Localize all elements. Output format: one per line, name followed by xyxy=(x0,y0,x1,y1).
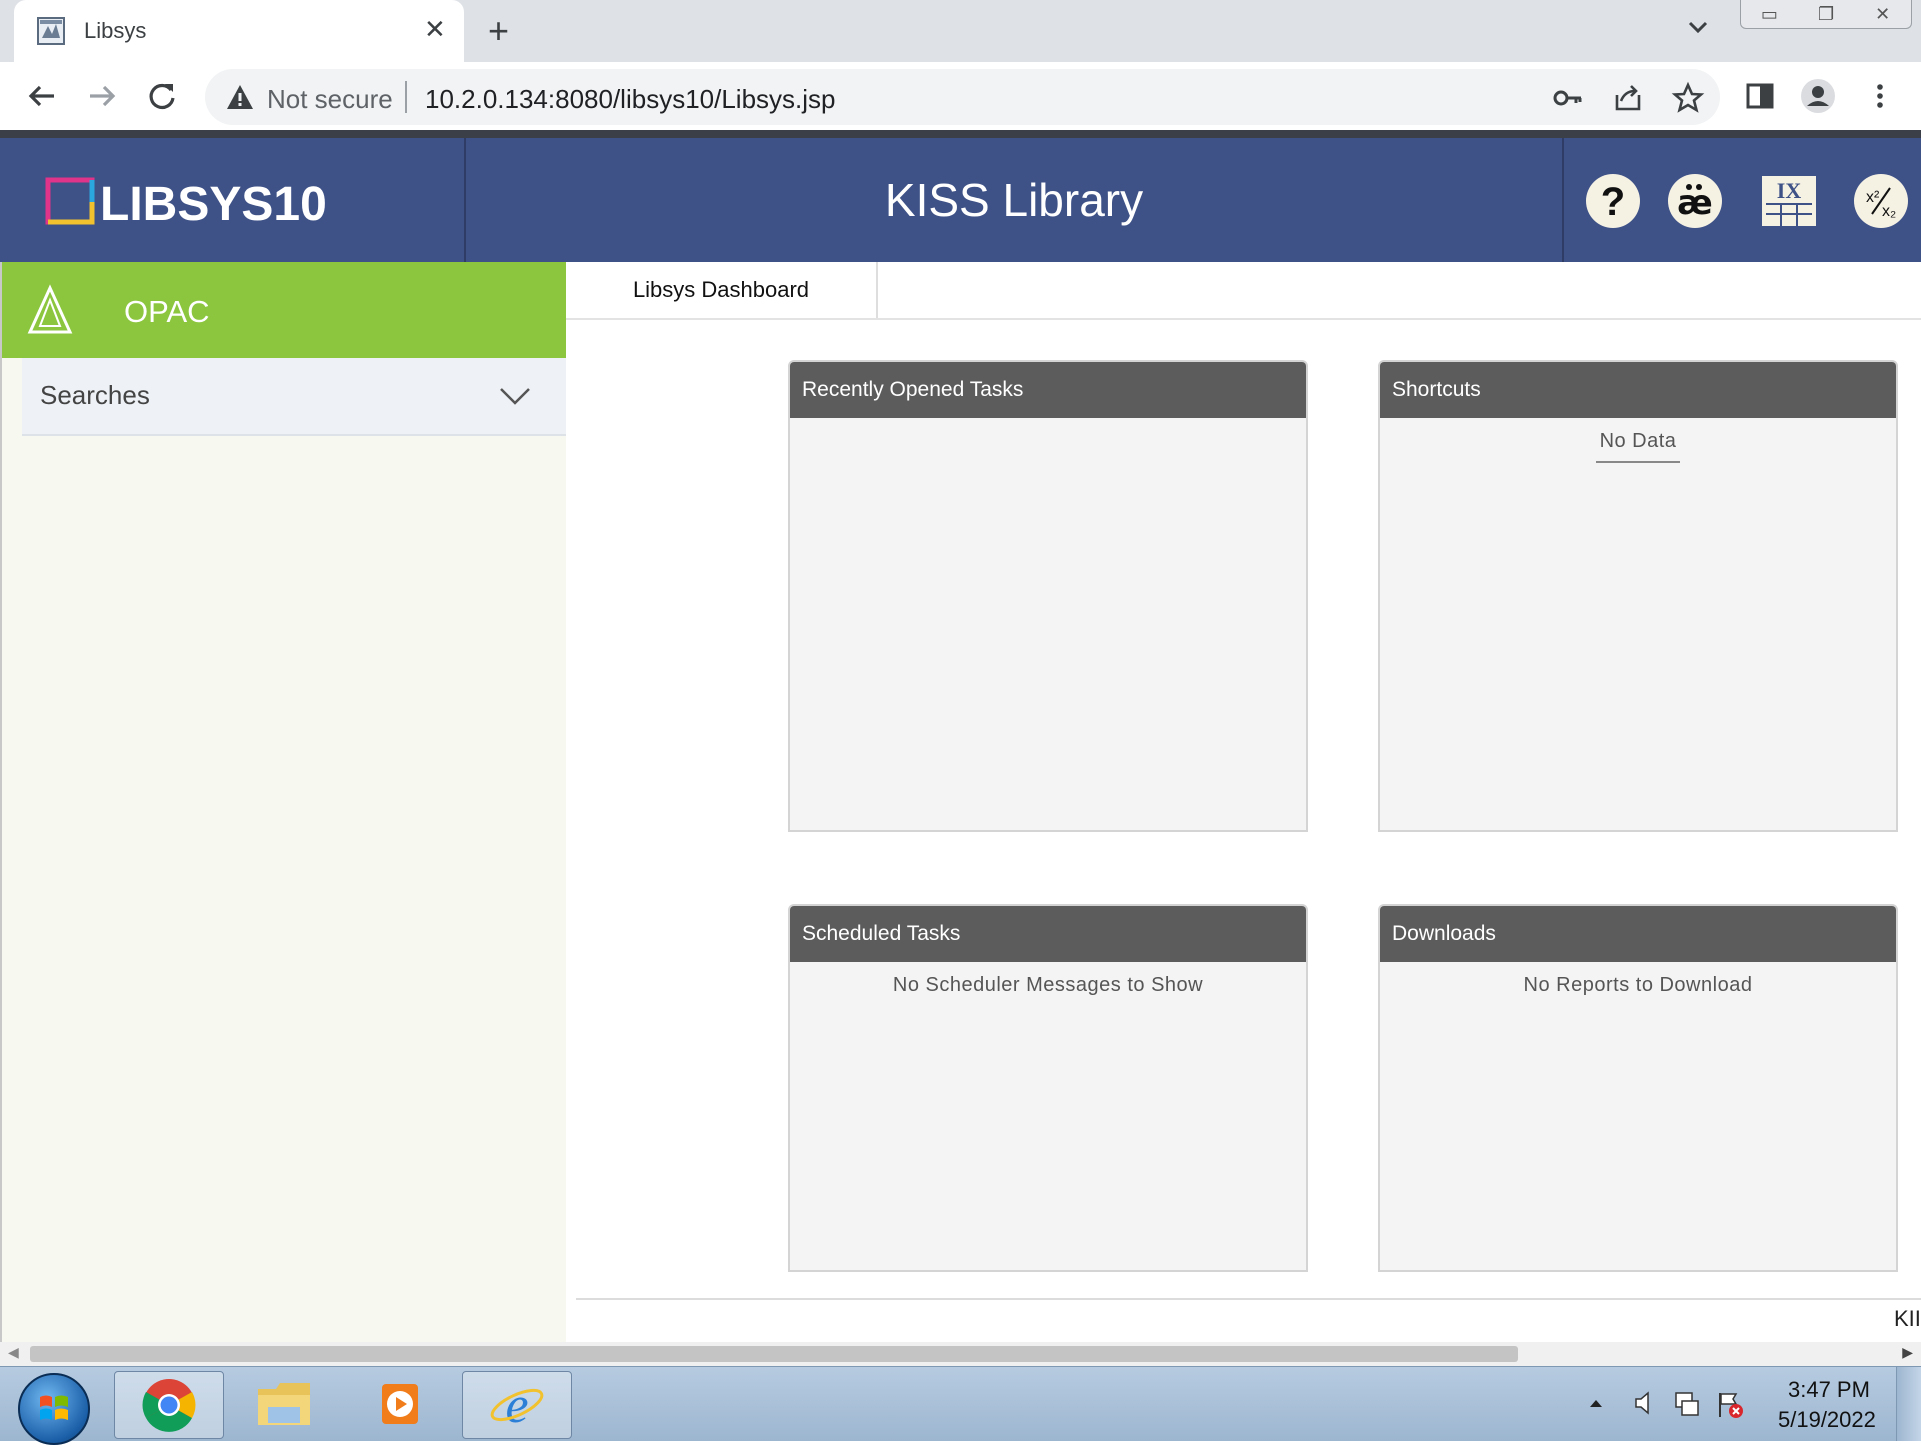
address-separator xyxy=(405,81,407,113)
scroll-left-icon[interactable]: ◀ xyxy=(8,1344,19,1361)
help-icon[interactable]: ? xyxy=(1584,172,1642,230)
horizontal-scrollbar[interactable]: ◀ ▶ xyxy=(0,1342,1921,1366)
browser-tab[interactable]: Libsys ✕ xyxy=(14,0,464,62)
library-title: KISS Library xyxy=(884,174,1144,226)
bookmark-star-icon[interactable] xyxy=(1671,81,1705,115)
taskbar-file-explorer[interactable] xyxy=(230,1371,338,1437)
volume-icon[interactable] xyxy=(1632,1389,1654,1417)
opac-label: OPAC xyxy=(124,294,210,329)
network-icon[interactable] xyxy=(1672,1389,1702,1419)
svg-text:æ: æ xyxy=(1677,183,1713,223)
sidebar-item-label: Searches xyxy=(40,380,150,410)
minimize-icon[interactable]: ▭ xyxy=(1741,0,1798,28)
tab-libsys-dashboard[interactable]: Libsys Dashboard xyxy=(566,262,878,318)
internet-explorer-icon: e xyxy=(490,1377,544,1434)
shortcuts-panel: Shortcuts No Data xyxy=(1378,360,1898,832)
svg-text:e: e xyxy=(505,1377,528,1434)
panel-title: Downloads xyxy=(1380,906,1896,962)
downloads-empty-message: No Reports to Download xyxy=(1523,974,1753,996)
header-separator xyxy=(1562,138,1564,262)
main-content: Libsys Dashboard Recently Opened Tasks S… xyxy=(566,262,1921,1342)
windows-logo-icon xyxy=(40,1395,68,1420)
reload-icon[interactable] xyxy=(144,78,180,114)
opac-icon xyxy=(27,284,73,334)
scheduled-tasks-panel: Scheduled Tasks No Scheduler Messages to… xyxy=(788,904,1308,1272)
tab-search-chevron-icon[interactable] xyxy=(1685,14,1711,40)
recently-opened-tasks-panel: Recently Opened Tasks xyxy=(788,360,1308,832)
sidebar-item-searches[interactable]: Searches xyxy=(22,358,566,436)
footer-text: KII xyxy=(1894,1306,1921,1331)
logo-area: LIBSYS10 xyxy=(0,138,466,262)
svg-text:IX: IX xyxy=(1777,178,1802,203)
special-characters-icon[interactable]: æ xyxy=(1666,172,1724,230)
restore-icon[interactable]: ❐ xyxy=(1798,0,1855,28)
profile-avatar-icon[interactable] xyxy=(1800,78,1836,114)
scheduler-empty-message: No Scheduler Messages to Show xyxy=(892,974,1204,996)
sidebar: OPAC Searches xyxy=(0,262,568,1342)
scroll-right-icon[interactable]: ▶ xyxy=(1902,1344,1913,1361)
share-icon[interactable] xyxy=(1611,81,1645,115)
tab-title: Libsys xyxy=(84,18,147,43)
taskbar-chrome[interactable] xyxy=(114,1371,224,1439)
show-hidden-icons-icon[interactable] xyxy=(1588,1397,1604,1409)
clock-time[interactable]: 3:47 PM xyxy=(1788,1377,1870,1403)
opac-module-header[interactable]: OPAC xyxy=(2,262,566,358)
panel-title: Scheduled Tasks xyxy=(790,906,1306,962)
roman-numerals-icon[interactable]: IX xyxy=(1760,172,1818,230)
taskbar-media-player[interactable] xyxy=(346,1371,454,1437)
libsys-favicon-icon xyxy=(37,17,65,45)
media-player-icon xyxy=(382,1384,418,1424)
window-controls: ▭ ❐ ✕ xyxy=(1740,0,1912,29)
panel-title: Shortcuts xyxy=(1380,362,1896,418)
start-button[interactable] xyxy=(18,1373,90,1445)
show-desktop-button[interactable] xyxy=(1896,1367,1921,1441)
scrollbar-thumb[interactable] xyxy=(30,1346,1518,1362)
new-tab-icon[interactable]: + xyxy=(488,10,509,52)
app-header: LIBSYS10 KISS Library ? æ IX x² x₂ xyxy=(0,138,1921,262)
svg-text:x²: x² xyxy=(1866,189,1880,206)
close-window-icon[interactable]: ✕ xyxy=(1854,0,1911,28)
superscript-subscript-icon[interactable]: x² x₂ xyxy=(1852,172,1910,230)
tab-close-icon[interactable]: ✕ xyxy=(424,14,446,45)
password-key-icon[interactable] xyxy=(1551,81,1585,115)
warning-icon[interactable] xyxy=(225,83,255,111)
browser-menu-icon[interactable] xyxy=(1862,78,1898,114)
action-center-flag-icon[interactable] xyxy=(1714,1389,1744,1419)
svg-text:LIBSYS10: LIBSYS10 xyxy=(100,178,327,231)
clock-date[interactable]: 5/19/2022 xyxy=(1778,1407,1876,1433)
content-tab-strip: Libsys Dashboard xyxy=(566,262,1921,320)
panel-title: Recently Opened Tasks xyxy=(790,362,1306,418)
chrome-icon xyxy=(142,1379,196,1432)
divider xyxy=(1596,461,1680,463)
shortcuts-empty-message: No Data xyxy=(1599,430,1677,452)
toolbar-divider xyxy=(0,130,1921,138)
svg-text:?: ? xyxy=(1601,180,1625,224)
windows-taskbar: e 3:47 PM 5/19/2022 xyxy=(0,1366,1921,1445)
svg-text:x₂: x₂ xyxy=(1882,203,1896,220)
browser-tab-strip: Libsys ✕ + ▭ ❐ ✕ xyxy=(0,0,1921,62)
forward-icon[interactable] xyxy=(84,78,120,114)
libsys10-logo[interactable]: LIBSYS10 xyxy=(44,168,344,232)
security-label[interactable]: Not secure xyxy=(267,84,393,115)
downloads-panel: Downloads No Reports to Download xyxy=(1378,904,1898,1272)
chevron-down-icon[interactable] xyxy=(498,384,532,408)
side-panel-icon[interactable] xyxy=(1742,78,1778,114)
footer-divider xyxy=(576,1298,1921,1300)
browser-toolbar: Not secure 10.2.0.134:8080/libsys10/Libs… xyxy=(0,62,1921,132)
taskbar-internet-explorer[interactable]: e xyxy=(462,1371,572,1439)
address-bar[interactable]: Not secure 10.2.0.134:8080/libsys10/Libs… xyxy=(205,69,1720,125)
url-text[interactable]: 10.2.0.134:8080/libsys10/Libsys.jsp xyxy=(425,84,836,115)
folder-icon xyxy=(258,1383,310,1425)
back-icon[interactable] xyxy=(24,78,60,114)
